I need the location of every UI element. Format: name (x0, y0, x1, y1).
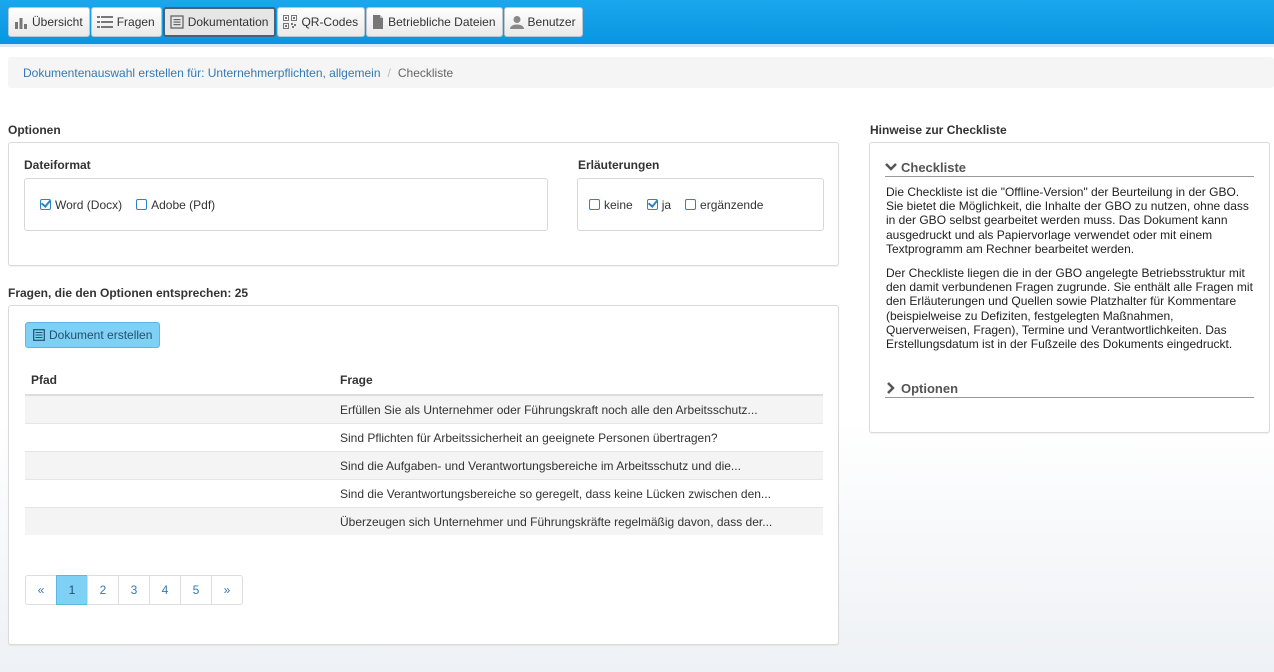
checkbox-checked-icon (646, 199, 658, 210)
dateiformat-label: Dateiformat (24, 158, 91, 172)
checkbox-unchecked-icon (685, 199, 697, 210)
tab-label: QR-Codes (301, 15, 359, 29)
hints-panel: Checkliste Die Checkliste ist die "Offli… (869, 142, 1270, 433)
pagination-page-5[interactable]: 5 (180, 575, 212, 605)
list-icon (96, 16, 113, 28)
options-title: Optionen (8, 123, 61, 137)
pagination: « 1 2 3 4 5 » (25, 575, 243, 605)
table-row[interactable]: Überzeugen sich Unternehmer und Führungs… (25, 507, 823, 535)
ja-checkbox[interactable]: ja (646, 197, 672, 212)
checkbox-unchecked-icon (589, 199, 600, 210)
table-row[interactable]: Erfüllen Sie als Unternehmer oder Führun… (25, 394, 823, 424)
document-icon (170, 15, 184, 29)
table-row[interactable]: Sind die Verantwortungsbereiche so gereg… (25, 479, 823, 508)
chevron-down-icon (885, 163, 897, 171)
checkbox-label: Adobe (Pdf) (151, 197, 216, 212)
pagination-next[interactable]: » (211, 575, 243, 605)
cell-pfad (25, 394, 334, 424)
create-document-label: Dokument erstellen (49, 328, 153, 342)
erlaeuterungen-box: keine ja ergänzende (577, 178, 824, 231)
breadcrumb-separator: / (387, 65, 391, 80)
tab-dokumentation[interactable]: Dokumentation (162, 7, 277, 37)
breadcrumb-link[interactable]: Dokumentenauswahl erstellen für: Unterne… (23, 66, 381, 80)
ergaenzende-checkbox[interactable]: ergänzende (685, 198, 763, 212)
erlaeuterungen-label: Erläuterungen (578, 158, 660, 172)
tab-uebersicht[interactable]: Übersicht (8, 7, 90, 37)
questions-title: Fragen, die den Optionen entsprechen: 25 (8, 286, 249, 300)
checkbox-label: ja (661, 197, 672, 212)
cell-frage: Sind Pflichten für Arbeitssicherheit an … (334, 423, 823, 452)
questions-panel: Dokument erstellen Pfad Frage Erfüllen S… (8, 305, 839, 645)
main-tabs: Übersicht Fragen Dokumentation QR-Codes … (8, 7, 584, 37)
tab-betriebliche-dateien[interactable]: Betriebliche Dateien (366, 7, 503, 37)
document-icon (33, 329, 45, 341)
tab-label: Übersicht (32, 15, 83, 29)
qr-code-icon (283, 15, 298, 29)
checkbox-label: Word (Docx) (55, 197, 123, 212)
hints-title: Hinweise zur Checkliste (870, 123, 1007, 137)
breadcrumb: Dokumentenauswahl erstellen für: Unterne… (8, 57, 1274, 88)
dateiformat-box: Word (Docx) Adobe (Pdf) (24, 178, 548, 231)
tab-fragen[interactable]: Fragen (90, 7, 162, 37)
questions-table: Pfad Frage Erfüllen Sie als Unternehmer … (25, 366, 823, 535)
word-docx-checkbox[interactable]: Word (Docx) (40, 198, 122, 212)
adobe-pdf-checkbox[interactable]: Adobe (Pdf) (136, 198, 215, 212)
cell-pfad (25, 451, 334, 480)
pagination-page-2[interactable]: 2 (87, 575, 119, 605)
accordion-label: Optionen (901, 380, 959, 396)
checkbox-unchecked-icon (136, 199, 148, 210)
cell-pfad (25, 423, 334, 452)
tab-label: Benutzer (527, 15, 576, 29)
cell-pfad (25, 479, 334, 508)
column-header-frage[interactable]: Frage (334, 366, 823, 396)
bar-chart-icon (15, 18, 27, 29)
pagination-page-4[interactable]: 4 (149, 575, 181, 605)
tab-label: Fragen (116, 15, 155, 29)
user-icon (509, 16, 524, 29)
checkliste-accordion-header[interactable]: Checkliste (885, 158, 1254, 177)
chevron-right-icon (887, 382, 895, 394)
pagination-page-3[interactable]: 3 (118, 575, 150, 605)
table-row[interactable]: Sind Pflichten für Arbeitssicherheit an … (25, 423, 823, 452)
top-navigation-bar: Übersicht Fragen Dokumentation QR-Codes … (0, 0, 1274, 47)
cell-frage: Sind die Aufgaben- und Verantwortungsber… (334, 451, 823, 480)
keine-checkbox[interactable]: keine (589, 198, 633, 212)
cell-frage: Überzeugen sich Unternehmer und Führungs… (334, 507, 823, 535)
cell-frage: Sind die Verantwortungsbereiche so gereg… (334, 479, 823, 508)
checkbox-label: keine (604, 197, 633, 212)
hint-paragraph-2: Der Checkliste liegen die in der GBO ang… (886, 266, 1253, 352)
cell-pfad (25, 507, 334, 535)
optionen-accordion-header[interactable]: Optionen (885, 379, 1254, 398)
table-header-row: Pfad Frage (25, 366, 823, 396)
tab-qr-codes[interactable]: QR-Codes (277, 7, 366, 37)
accordion-label: Checkliste (901, 159, 967, 175)
checkbox-label: ergänzende (700, 197, 764, 212)
breadcrumb-current: Checkliste (397, 65, 454, 80)
hint-paragraph-1: Die Checkliste ist die "Offline-Version"… (886, 185, 1249, 256)
table-row[interactable]: Sind die Aufgaben- und Verantwortungsber… (25, 451, 823, 480)
tab-benutzer[interactable]: Benutzer (503, 7, 583, 37)
checkbox-checked-icon (40, 199, 51, 210)
pagination-prev[interactable]: « (25, 575, 57, 605)
file-icon (373, 15, 384, 29)
create-document-button[interactable]: Dokument erstellen (25, 322, 161, 348)
cell-frage: Erfüllen Sie als Unternehmer oder Führun… (334, 394, 823, 424)
tab-label: Dokumentation (187, 15, 269, 29)
column-header-pfad[interactable]: Pfad (25, 366, 334, 396)
tab-label: Betriebliche Dateien (388, 15, 496, 29)
options-panel: Dateiformat Word (Docx) Adobe (Pdf) Erlä… (8, 142, 839, 266)
checkliste-description: Die Checkliste ist die "Offline-Version"… (886, 185, 1254, 361)
pagination-page-1[interactable]: 1 (56, 575, 88, 605)
